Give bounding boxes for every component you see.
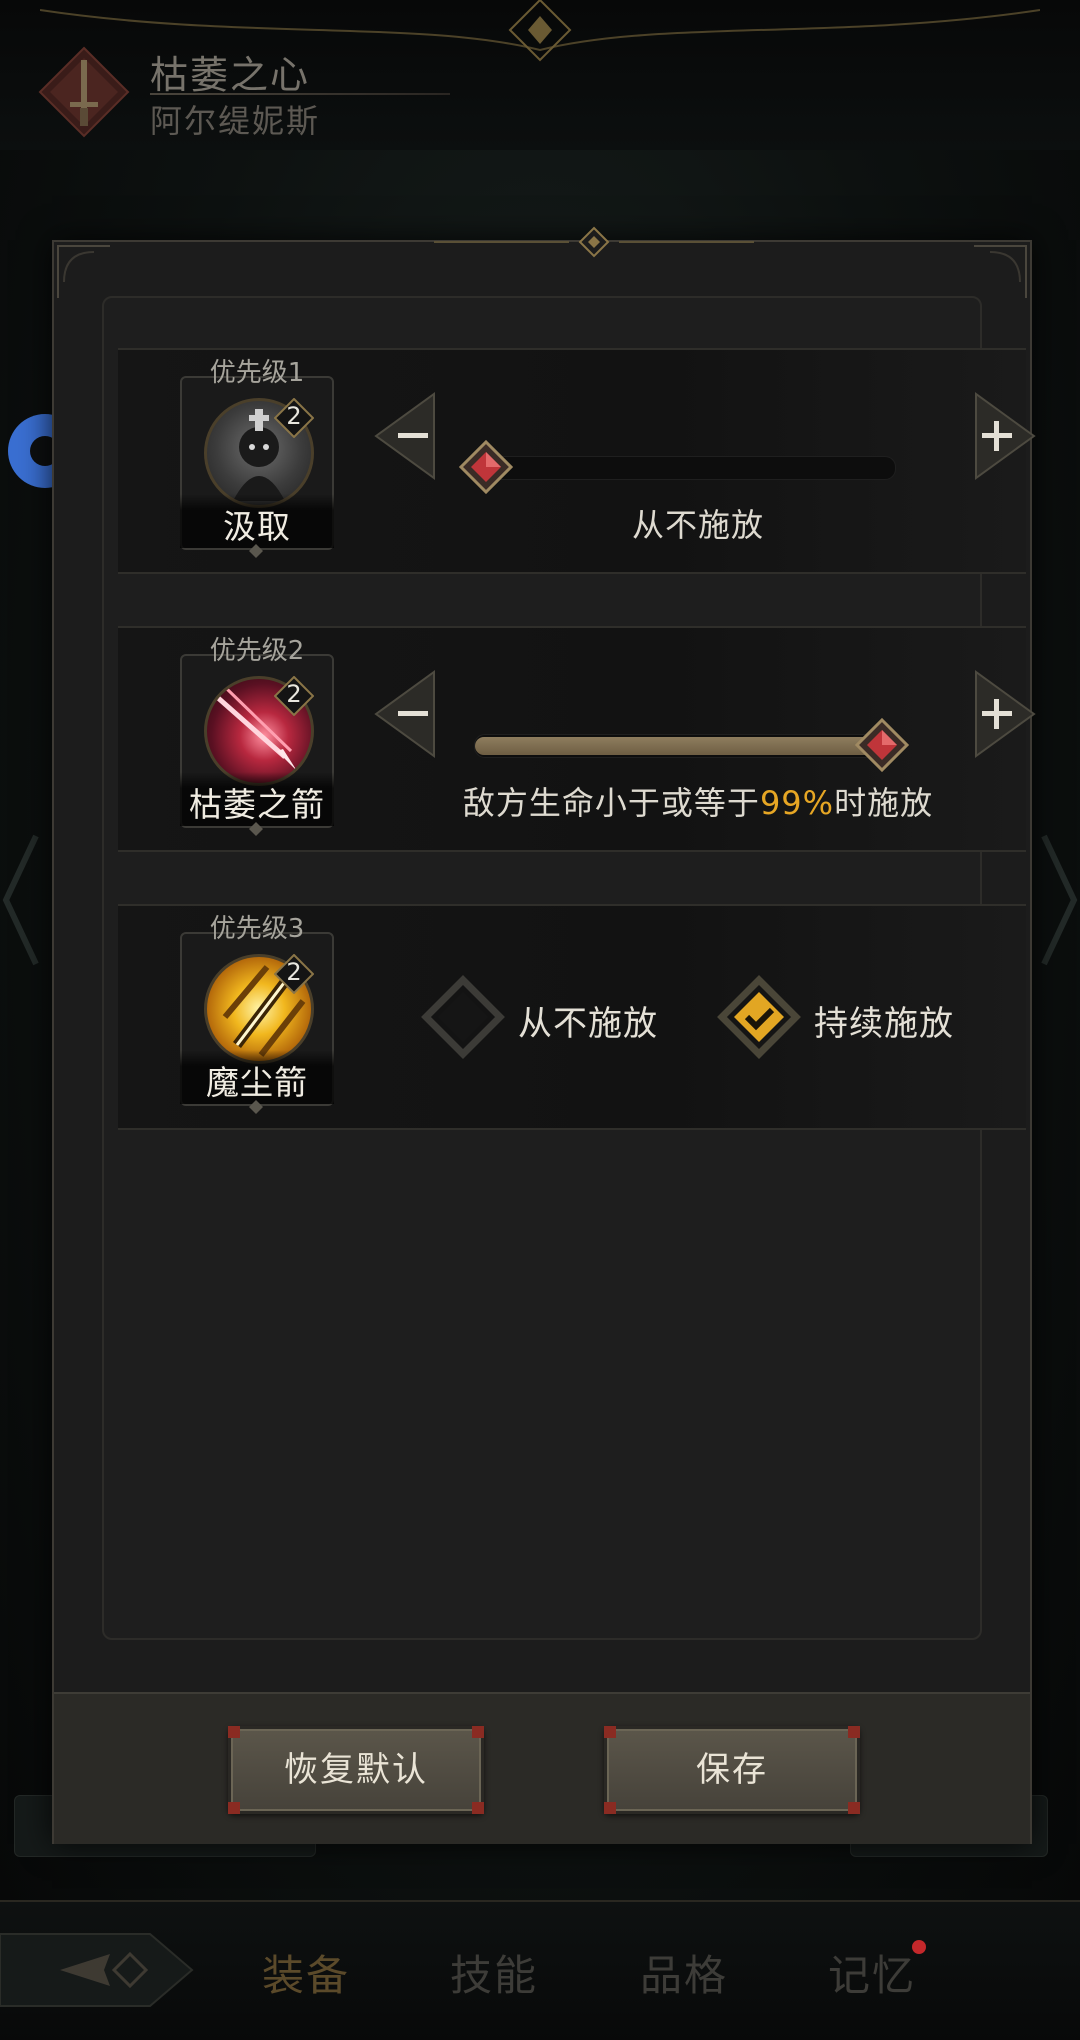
button-corner-icon bbox=[472, 1726, 484, 1738]
unchecked-box-icon bbox=[421, 975, 505, 1059]
background-left-arrow-icon bbox=[2, 834, 39, 966]
button-corner-icon bbox=[228, 1726, 240, 1738]
skill-row-1: 优先级1 2 汲取 从不施放 bbox=[118, 348, 1036, 574]
option-always-cast[interactable]: 持续施放 bbox=[714, 972, 1034, 1062]
button-corner-icon bbox=[848, 1726, 860, 1738]
screen: 枯萎之心 阿尔缇妮斯 优先级1 2 汲取 从不施放 优先级2 2 枯萎之箭 敌方… bbox=[0, 0, 1080, 2040]
nav-tab-equipment[interactable]: 装备 bbox=[262, 1942, 350, 2003]
button-corner-icon bbox=[848, 1802, 860, 1814]
reset-default-label: 恢复默认 bbox=[284, 1750, 428, 1790]
save-label: 保存 bbox=[696, 1750, 768, 1790]
skill-row-2: 优先级2 2 枯萎之箭 敌方生命小于或等于99%时施放 bbox=[118, 626, 1036, 852]
nav-tab-character[interactable]: 品格 bbox=[640, 1942, 728, 2003]
dialog-footer bbox=[54, 1692, 1030, 1844]
dialog-corner-icon bbox=[974, 245, 1027, 298]
card-tip-icon bbox=[249, 544, 263, 558]
card-tip-icon bbox=[249, 1100, 263, 1114]
skill-name: 汲取 bbox=[180, 494, 334, 548]
minus-icon bbox=[398, 711, 428, 716]
priority-label: 优先级1 bbox=[209, 358, 305, 388]
skill-card[interactable]: 优先级2 2 枯萎之箭 bbox=[180, 628, 334, 838]
skill-level: 2 bbox=[286, 680, 302, 708]
condition-value: 99% bbox=[759, 784, 835, 822]
page-subtitle: 阿尔缇妮斯 bbox=[150, 102, 321, 140]
button-corner-icon bbox=[472, 1802, 484, 1814]
skill-name: 枯萎之箭 bbox=[180, 772, 334, 826]
skill-level: 2 bbox=[286, 958, 302, 986]
option-label: 从不施放 bbox=[518, 1004, 658, 1044]
condition-suffix: 时施放 bbox=[834, 784, 934, 822]
button-corner-icon bbox=[604, 1802, 616, 1814]
checked-box-icon bbox=[717, 975, 801, 1059]
cast-condition-text: 敌方生命小于或等于99%时施放 bbox=[418, 778, 978, 824]
dialog-corner-icon bbox=[57, 245, 110, 298]
minus-icon bbox=[398, 433, 428, 438]
dialog-top-ornament-icon bbox=[434, 226, 754, 258]
increase-button[interactable] bbox=[936, 386, 1036, 486]
bottom-nav: 装备 技能 品格 记忆 bbox=[0, 1900, 1080, 2040]
sword-emblem-icon bbox=[38, 46, 130, 138]
skill-card[interactable]: 优先级3 2 魔尘箭 bbox=[180, 906, 334, 1116]
priority-label: 优先级2 bbox=[209, 636, 305, 666]
slider-track[interactable] bbox=[474, 734, 896, 758]
condition-prefix: 敌方生命小于或等于 bbox=[462, 784, 760, 822]
card-tip-icon bbox=[249, 822, 263, 836]
button-corner-icon bbox=[228, 1802, 240, 1814]
background-right-arrow-icon bbox=[1041, 834, 1078, 966]
option-never-cast[interactable]: 从不施放 bbox=[418, 972, 738, 1062]
decrease-button[interactable] bbox=[374, 664, 474, 764]
slider-fill bbox=[475, 737, 895, 755]
nav-tab-memory[interactable]: 记忆 bbox=[828, 1942, 916, 2003]
notification-dot bbox=[912, 1940, 926, 1954]
skill-card[interactable]: 优先级1 2 汲取 bbox=[180, 350, 334, 560]
skill-name: 魔尘箭 bbox=[180, 1050, 334, 1104]
skill-row-3: 优先级3 2 魔尘箭 从不施放 持续施放 bbox=[118, 904, 1026, 1130]
cast-condition-text: 从不施放 bbox=[631, 506, 764, 544]
button-corner-icon bbox=[604, 1726, 616, 1738]
skill-settings-dialog: 优先级1 2 汲取 从不施放 优先级2 2 枯萎之箭 敌方生命小于或等于99%时… bbox=[52, 226, 1036, 1844]
option-label: 持续施放 bbox=[814, 1004, 954, 1044]
nav-tab-skills[interactable]: 技能 bbox=[450, 1942, 538, 2003]
reset-default-button[interactable]: 恢复默认 bbox=[228, 1726, 484, 1814]
increase-button[interactable] bbox=[936, 664, 1036, 764]
title-divider bbox=[150, 93, 450, 95]
skill-level: 2 bbox=[286, 402, 302, 430]
slider-thumb[interactable] bbox=[855, 718, 909, 772]
back-arrow-icon[interactable] bbox=[0, 1924, 196, 2016]
save-button[interactable]: 保存 bbox=[604, 1726, 860, 1814]
page-title: 枯萎之心 bbox=[150, 53, 311, 97]
header: 枯萎之心 阿尔缇妮斯 bbox=[0, 0, 1080, 150]
priority-label: 优先级3 bbox=[209, 914, 305, 944]
slider-track[interactable] bbox=[474, 456, 896, 480]
slider-thumb[interactable] bbox=[459, 440, 513, 494]
